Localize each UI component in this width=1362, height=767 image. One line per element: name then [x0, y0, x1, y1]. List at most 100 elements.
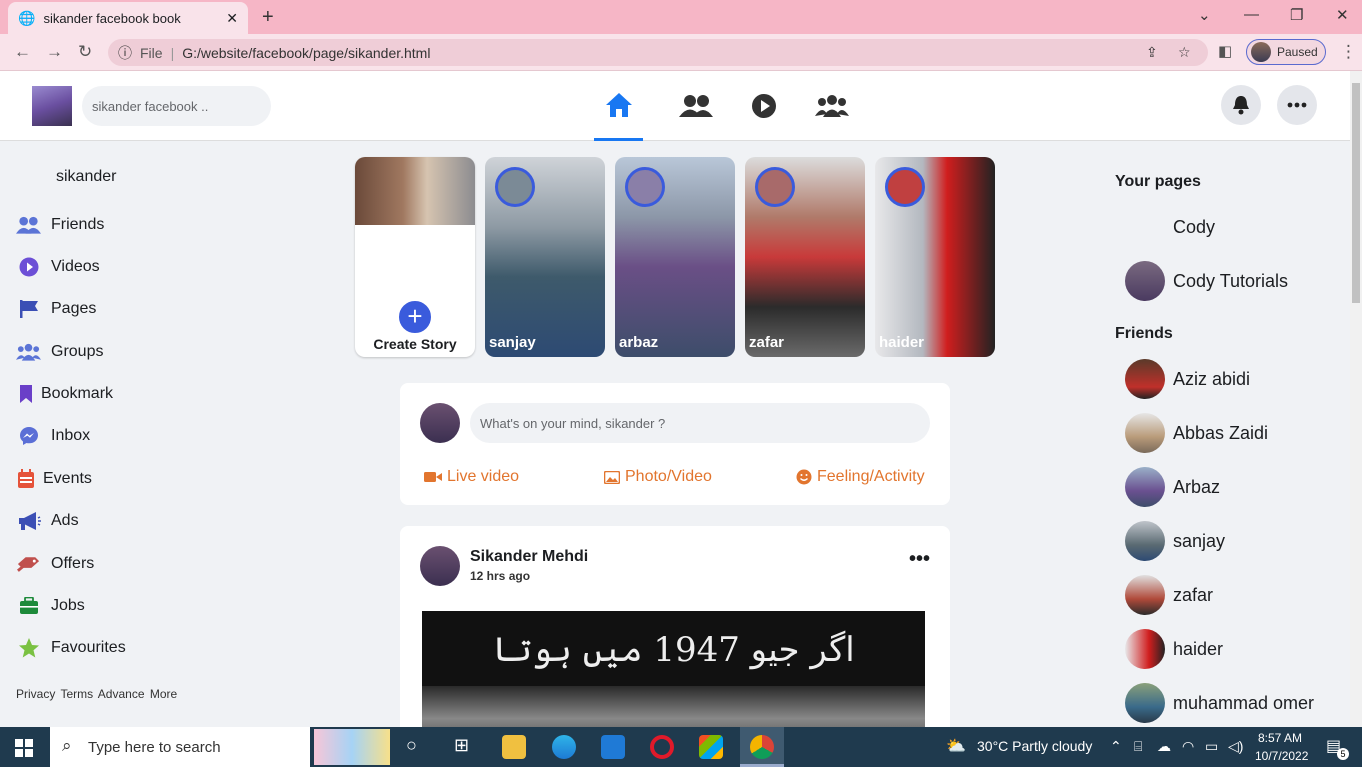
- post-author-avatar[interactable]: [420, 546, 460, 586]
- friends-nav-icon[interactable]: [662, 71, 730, 141]
- profile-button[interactable]: Paused: [1246, 39, 1326, 65]
- sidebar-item-inbox[interactable]: Inbox: [16, 425, 90, 447]
- page-item[interactable]: Cody Tutorials: [1125, 261, 1288, 301]
- tray-expand-icon[interactable]: ⌃: [1110, 738, 1122, 755]
- sidebar-item-events[interactable]: Events: [16, 468, 92, 490]
- feeling-activity-button[interactable]: Feeling/Activity: [796, 468, 925, 486]
- sidebar-item-videos[interactable]: Videos: [16, 256, 100, 278]
- reload-icon[interactable]: ↻: [78, 42, 92, 62]
- post-timestamp[interactable]: 12 hrs ago: [470, 569, 530, 583]
- story-card[interactable]: haider: [875, 157, 995, 357]
- share-icon[interactable]: ⇪: [1146, 44, 1158, 61]
- browser-tab-bar: 🌐 sikander facebook book ✕ + ⌄ — ❐ ✕: [0, 0, 1362, 34]
- friend-avatar: [1125, 683, 1165, 723]
- maximize-icon[interactable]: ❐: [1290, 6, 1303, 24]
- page-name: Cody Tutorials: [1173, 270, 1289, 291]
- notifications-bell-icon[interactable]: [1221, 85, 1261, 125]
- volume-icon[interactable]: ◁): [1228, 738, 1243, 755]
- meet-now-icon[interactable]: ⌸: [1134, 738, 1142, 755]
- post-image[interactable]: اگر جیو 1947 میں ہوتا: [422, 611, 925, 736]
- profile-logo-image[interactable]: [32, 86, 72, 126]
- clock-date[interactable]: 10/7/2022: [1255, 749, 1308, 763]
- live-video-button[interactable]: Live video: [424, 468, 519, 486]
- clock-time[interactable]: 8:57 AM: [1255, 731, 1305, 745]
- chrome-taskbar-button[interactable]: [740, 727, 784, 767]
- address-scheme-label: File: [140, 44, 163, 61]
- minimize-icon[interactable]: —: [1244, 6, 1259, 23]
- status-input[interactable]: What's on your mind, sikander ?: [470, 403, 930, 443]
- sidebar-item-offers[interactable]: Offers: [16, 553, 94, 575]
- mail-icon[interactable]: [601, 735, 625, 759]
- url-text[interactable]: G:/website/facebook/page/sikander.html: [182, 45, 430, 61]
- create-story-card[interactable]: + Create Story: [355, 157, 475, 357]
- friend-avatar: [1125, 521, 1165, 561]
- friend-item[interactable]: Aziz abidi: [1125, 359, 1250, 399]
- window-close-icon[interactable]: ✕: [1336, 6, 1349, 24]
- more-options-icon[interactable]: [1277, 85, 1317, 125]
- post-options-icon[interactable]: •••: [909, 549, 930, 569]
- weather-icon[interactable]: ⛅: [946, 736, 966, 756]
- back-arrow-icon[interactable]: ←: [14, 42, 31, 62]
- tab-search-chevron-icon[interactable]: ⌄: [1198, 6, 1211, 24]
- calendar-icon: [16, 468, 35, 490]
- main-nav: [594, 71, 866, 141]
- friend-item[interactable]: Arbaz: [1125, 467, 1220, 507]
- onedrive-cloud-icon[interactable]: ☁: [1157, 738, 1171, 755]
- sidebar-username[interactable]: sikander: [56, 168, 116, 186]
- task-view-cortana-icon[interactable]: ○: [406, 735, 417, 756]
- sidebar-item-ads[interactable]: Ads: [16, 510, 79, 532]
- windows-start-icon[interactable]: [15, 739, 33, 757]
- smiley-icon: [796, 469, 812, 485]
- groups-nav-icon[interactable]: [798, 71, 866, 141]
- live-video-label: Live video: [447, 468, 520, 485]
- story-card[interactable]: zafar: [745, 157, 865, 357]
- sidebar-item-pages[interactable]: Pages: [16, 298, 96, 320]
- bookmark-star-icon[interactable]: ☆: [1178, 44, 1191, 61]
- new-tab-button[interactable]: +: [262, 6, 274, 29]
- post-image-caption: اگر جیو 1947 میں ہوتا: [492, 630, 855, 670]
- battery-icon[interactable]: ▭: [1205, 738, 1218, 755]
- page-item[interactable]: Cody: [1125, 207, 1215, 247]
- taskbar-search-input[interactable]: ⌕ Type here to search: [50, 727, 390, 767]
- store-icon[interactable]: [699, 735, 723, 759]
- task-view-icon[interactable]: ⊞: [454, 735, 469, 756]
- sidebar-footer-links[interactable]: Privacy Terms Advance More: [16, 687, 177, 701]
- opera-icon[interactable]: [650, 735, 674, 759]
- browser-tab[interactable]: 🌐 sikander facebook book ✕: [8, 2, 248, 34]
- weather-text[interactable]: 30°C Partly cloudy: [977, 738, 1092, 754]
- address-separator: |: [170, 44, 175, 61]
- scrollbar-thumb[interactable]: [1352, 83, 1360, 303]
- add-story-plus-icon[interactable]: +: [396, 298, 434, 336]
- sidebar-item-friends[interactable]: Friends: [16, 214, 104, 236]
- briefcase-icon: [16, 595, 41, 617]
- edge-browser-icon[interactable]: [552, 735, 576, 759]
- file-explorer-icon[interactable]: [502, 735, 526, 759]
- browser-menu-icon[interactable]: ⋮: [1340, 42, 1357, 62]
- address-bar[interactable]: ⓘ File | G:/website/facebook/page/sikand…: [108, 39, 1208, 66]
- network-icon[interactable]: ◠: [1182, 738, 1194, 755]
- side-panel-icon[interactable]: ◧: [1218, 42, 1232, 60]
- home-icon[interactable]: [594, 71, 643, 141]
- friend-item[interactable]: sanjay: [1125, 521, 1225, 561]
- search-input[interactable]: sikander facebook ..: [82, 86, 271, 126]
- forward-arrow-icon[interactable]: →: [46, 42, 63, 62]
- sidebar-item-bookmark[interactable]: Bookmark: [16, 383, 113, 405]
- post-author-name[interactable]: Sikander Mehdi: [470, 548, 588, 566]
- friend-item[interactable]: Abbas Zaidi: [1125, 413, 1268, 453]
- sidebar-item-jobs[interactable]: Jobs: [16, 595, 85, 617]
- story-name: arbaz: [619, 334, 659, 351]
- sidebar-item-groups[interactable]: Groups: [16, 341, 103, 363]
- info-icon[interactable]: ⓘ: [118, 43, 132, 63]
- story-card[interactable]: sanjay: [485, 157, 605, 357]
- friend-avatar: [1125, 575, 1165, 615]
- watch-play-icon[interactable]: [730, 71, 798, 141]
- page-scrollbar[interactable]: [1350, 71, 1362, 727]
- your-pages-heading: Your pages: [1115, 173, 1201, 190]
- close-tab-icon[interactable]: ✕: [226, 10, 238, 27]
- friend-item[interactable]: haider: [1125, 629, 1223, 669]
- friend-item[interactable]: zafar: [1125, 575, 1213, 615]
- story-card[interactable]: arbaz: [615, 157, 735, 357]
- friend-item[interactable]: muhammad omer: [1125, 683, 1314, 723]
- photo-video-button[interactable]: Photo/Video: [604, 468, 712, 486]
- sidebar-item-favourites[interactable]: Favourites: [16, 637, 126, 659]
